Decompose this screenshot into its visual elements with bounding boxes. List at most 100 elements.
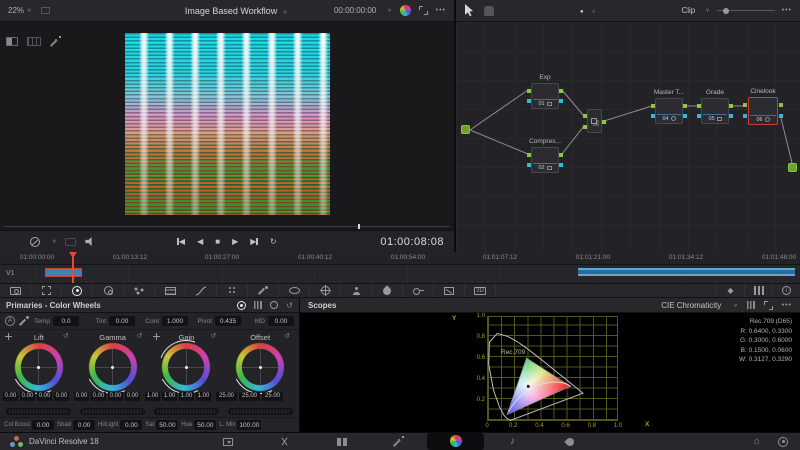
crosshair-icon[interactable] xyxy=(153,333,160,340)
color-match-icon[interactable] xyxy=(31,284,62,297)
offset-wheel[interactable] xyxy=(235,342,285,392)
key-output[interactable] xyxy=(559,99,563,103)
gain-r[interactable]: 1.00 xyxy=(162,392,177,401)
key-output[interactable] xyxy=(729,114,733,118)
offset-g[interactable]: 25.00 xyxy=(239,392,260,401)
color-wheels-icon-active[interactable] xyxy=(62,284,93,297)
key-input[interactable] xyxy=(651,114,655,118)
play-button[interactable]: ▶ xyxy=(232,237,238,246)
rgb-output[interactable] xyxy=(729,104,733,108)
offset-b[interactable]: 25.00 xyxy=(262,392,283,401)
color-warper-icon[interactable] xyxy=(217,284,248,297)
offset-r[interactable]: 25.00 xyxy=(216,392,237,401)
reset-icon[interactable]: ↺ xyxy=(284,332,290,340)
timeline-clip[interactable] xyxy=(578,268,795,276)
node-cinelook-selected[interactable]: Cinelook 06 xyxy=(748,97,778,125)
output-node[interactable] xyxy=(788,163,797,172)
white-picker-icon[interactable] xyxy=(19,316,29,326)
go-to-start-button[interactable]: ◀ xyxy=(177,237,185,246)
shadows-value[interactable]: 0.00 xyxy=(73,420,95,430)
page-fairlight[interactable]: ♪ xyxy=(484,433,541,450)
lift-r[interactable]: 0.00 xyxy=(20,392,35,401)
rgb-input[interactable] xyxy=(697,104,701,108)
page-media[interactable] xyxy=(199,433,256,450)
gamma-wheel[interactable] xyxy=(88,342,138,392)
rgb-output[interactable] xyxy=(559,89,563,93)
audio-mute-icon[interactable] xyxy=(85,237,95,246)
viewer-zoom-select[interactable]: 22% xyxy=(8,6,24,15)
bars-mode-icon[interactable] xyxy=(254,301,262,309)
offset-master-wheel[interactable] xyxy=(228,408,293,415)
layer-mixer-node[interactable] xyxy=(587,109,602,133)
contrast-value[interactable]: 1.000 xyxy=(162,316,188,326)
reset-icon[interactable]: ↺ xyxy=(63,332,69,340)
page-deliver[interactable] xyxy=(541,433,598,450)
chevron-down-icon[interactable]: ∨ xyxy=(27,8,31,14)
gamma-y[interactable]: 0.00 xyxy=(74,392,89,401)
node-grade[interactable]: Grade 05 xyxy=(701,98,729,124)
reset-all-icon[interactable]: ↺ xyxy=(286,301,293,310)
node-master-t[interactable]: Master T... 04 xyxy=(655,98,683,124)
chevron-down-icon[interactable]: ∨ xyxy=(52,239,56,245)
hue-value[interactable]: 50.00 xyxy=(194,420,216,430)
blur-icon[interactable] xyxy=(372,284,403,297)
loop-button[interactable]: ↻ xyxy=(270,237,277,246)
reset-icon[interactable]: ↺ xyxy=(137,332,143,340)
scope-settings-icon[interactable] xyxy=(747,301,755,309)
rgb-output[interactable] xyxy=(683,104,687,108)
wheels-mode-icon[interactable] xyxy=(237,301,246,310)
key-input[interactable] xyxy=(697,114,701,118)
gain-b[interactable]: 1.00 xyxy=(196,392,211,401)
rgb-mixer-icon[interactable] xyxy=(124,284,155,297)
rgb-input[interactable] xyxy=(583,114,587,118)
lift-wheel[interactable] xyxy=(14,342,64,392)
tint-value[interactable]: 0.00 xyxy=(109,316,135,326)
reset-icon[interactable]: ↺ xyxy=(210,332,216,340)
page-cut[interactable] xyxy=(256,433,313,450)
rgb-output[interactable] xyxy=(602,120,606,124)
rgb-input[interactable] xyxy=(743,103,747,107)
color-wheel-icon[interactable] xyxy=(400,5,411,16)
settings-gear-icon[interactable] xyxy=(778,437,788,447)
key-output[interactable] xyxy=(683,114,687,118)
temp-value[interactable]: 0.0 xyxy=(53,316,79,326)
qualifier-icon[interactable] xyxy=(248,284,279,297)
source-timecode[interactable]: 00:00:00:00 xyxy=(334,6,376,15)
viewer-canvas[interactable] xyxy=(0,22,454,224)
options-menu-icon[interactable]: ••• xyxy=(436,7,446,14)
gain-wheel[interactable] xyxy=(161,342,211,392)
stereo-3d-icon[interactable]: 3D xyxy=(465,284,496,297)
rgb-input[interactable] xyxy=(651,104,655,108)
hdr-wheels-icon[interactable] xyxy=(93,284,124,297)
gamma-r[interactable]: 0.00 xyxy=(91,392,106,401)
key-output[interactable] xyxy=(779,114,783,118)
node-exp[interactable]: Exp 01 xyxy=(531,83,559,109)
page-fusion[interactable] xyxy=(370,433,427,450)
sizing-icon[interactable] xyxy=(434,284,465,297)
rgb-input[interactable] xyxy=(583,125,587,129)
key-output[interactable] xyxy=(559,163,563,167)
midtone-detail-value[interactable]: 0.00 xyxy=(268,316,294,326)
gain-y[interactable]: 1.00 xyxy=(145,392,160,401)
chevron-down-icon[interactable]: ∨ xyxy=(387,8,391,14)
go-to-end-button[interactable]: ▶ xyxy=(250,237,258,246)
log-mode-icon[interactable] xyxy=(270,301,278,309)
expand-icon[interactable] xyxy=(764,301,773,310)
page-color-active[interactable] xyxy=(427,433,484,450)
select-tool-icon[interactable] xyxy=(464,4,474,17)
lum-mix-value[interactable]: 100.00 xyxy=(237,420,261,430)
page-edit[interactable] xyxy=(313,433,370,450)
camera-raw-icon[interactable] xyxy=(0,284,31,297)
timeline-clip-selected[interactable] xyxy=(45,268,82,277)
power-windows-icon[interactable] xyxy=(279,284,310,297)
key-input[interactable] xyxy=(743,114,747,118)
timeline-tracks[interactable]: V1 xyxy=(0,265,800,283)
scope-mode-select[interactable]: CIE Chromaticity xyxy=(661,301,721,310)
slider-handle[interactable] xyxy=(723,8,729,14)
scopes-icon[interactable] xyxy=(744,284,772,297)
options-menu-icon[interactable]: ••• xyxy=(782,302,792,309)
highlights-value[interactable]: 0.00 xyxy=(120,420,142,430)
node-mode-select[interactable]: Clip xyxy=(681,6,695,15)
key-input[interactable] xyxy=(527,163,531,167)
play-reverse-button[interactable]: ◀ xyxy=(197,237,203,246)
